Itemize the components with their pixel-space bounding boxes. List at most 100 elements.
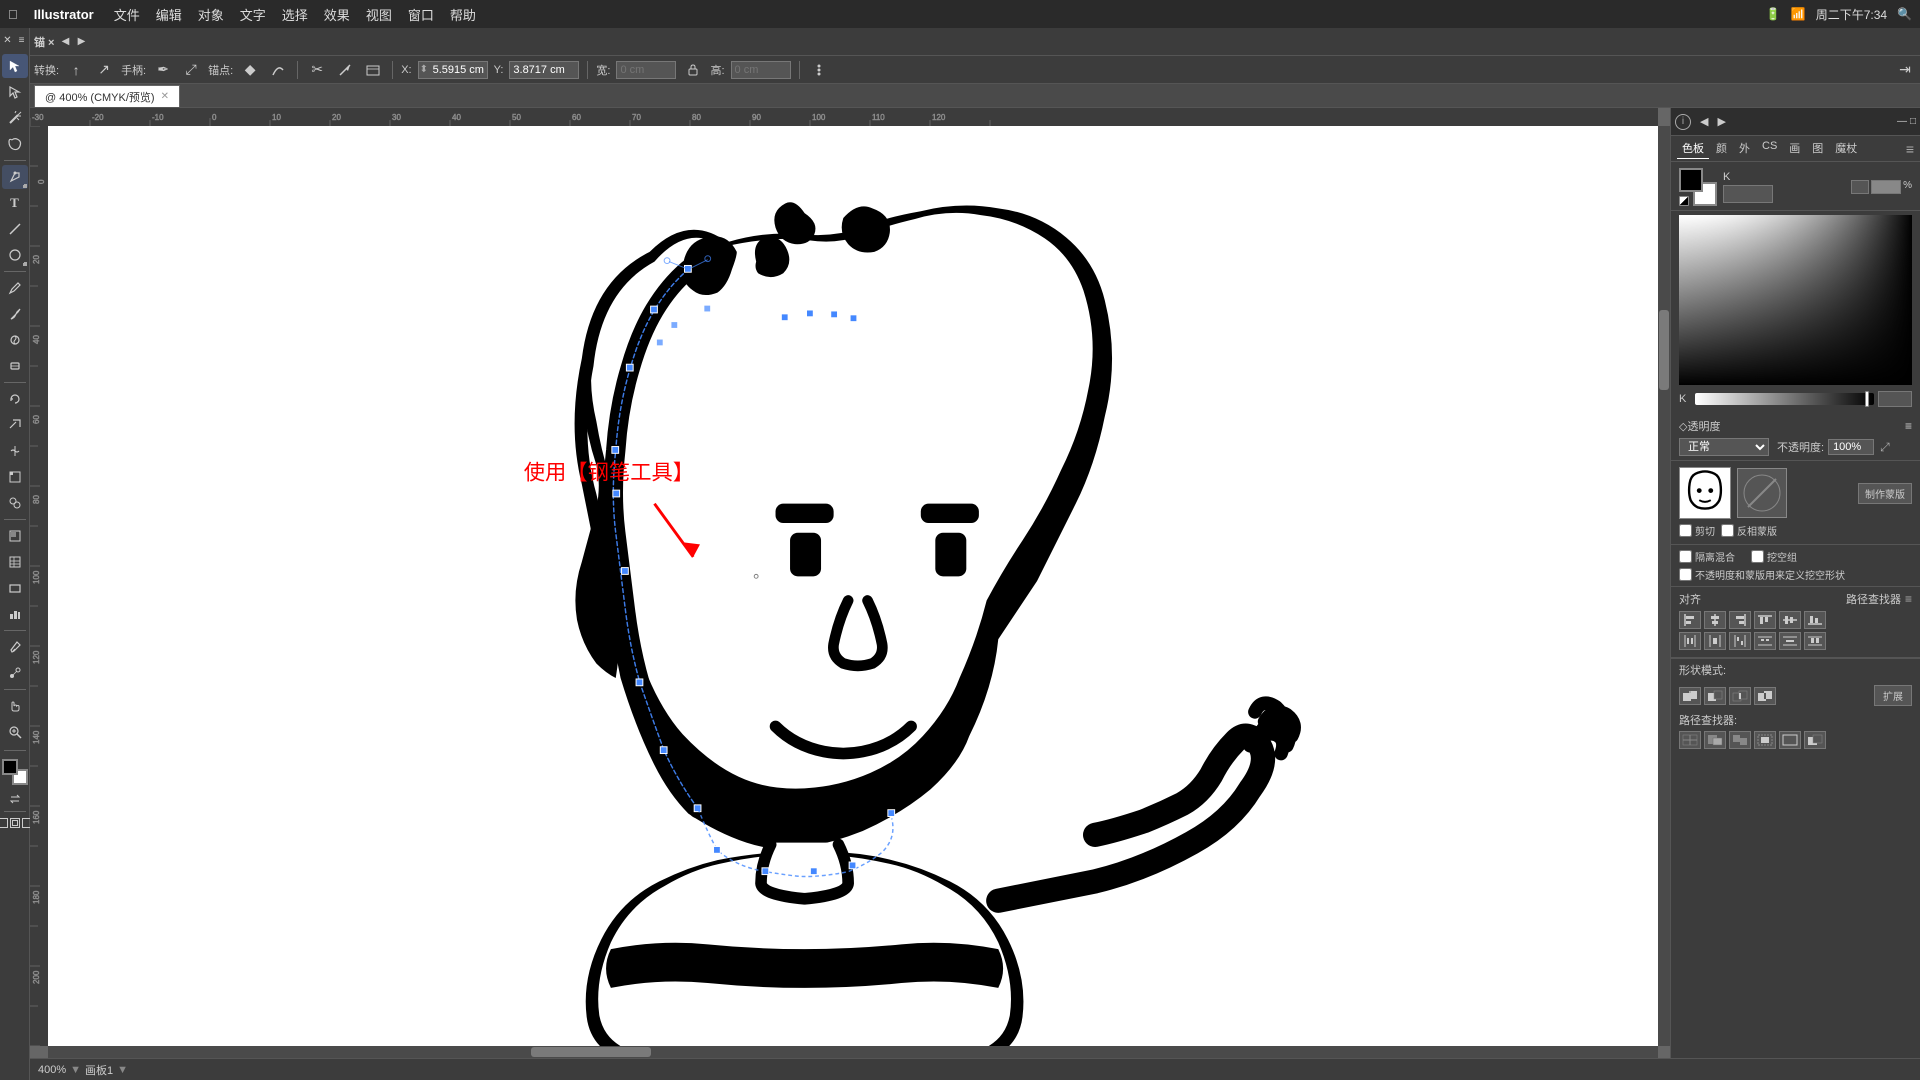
cp-tab-color[interactable]: 色板 xyxy=(1677,138,1709,159)
k-slider-thumb[interactable] xyxy=(1865,391,1869,407)
horizontal-scroll-thumb[interactable] xyxy=(531,1047,651,1057)
pf-minus-back-btn[interactable] xyxy=(1804,731,1826,749)
lock-ratio-btn[interactable] xyxy=(682,60,704,80)
panel-nav-next[interactable]: ▶ xyxy=(1714,114,1728,129)
rectangle-tool[interactable] xyxy=(2,576,28,600)
h-input[interactable] xyxy=(731,61,791,79)
knockout-label[interactable]: 挖空组 xyxy=(1751,549,1797,564)
eraser-tool[interactable] xyxy=(2,354,28,378)
align-left-btn[interactable] xyxy=(1679,611,1701,629)
isolate-blend-label[interactable]: 隔离混合 xyxy=(1679,549,1735,564)
pf-unite-btn[interactable] xyxy=(1679,687,1701,705)
menu-view[interactable]: 视图 xyxy=(366,5,392,24)
menu-select[interactable]: 选择 xyxy=(282,5,308,24)
menubar-search-icon[interactable]: 🔍 xyxy=(1897,7,1912,21)
zoom-tool[interactable] xyxy=(2,720,28,744)
draw-inside-mode[interactable] xyxy=(10,818,20,828)
grid-tool[interactable] xyxy=(2,550,28,574)
magic-wand-tool[interactable] xyxy=(2,106,28,130)
pf-divide-btn[interactable] xyxy=(1679,731,1701,749)
cp-tab-magic[interactable]: 魔杖 xyxy=(1830,138,1862,159)
anchor-smooth-btn[interactable] xyxy=(267,60,289,80)
isolate-blend-checkbox[interactable] xyxy=(1679,550,1692,563)
align-center-v-btn[interactable] xyxy=(1779,611,1801,629)
panel-expand[interactable]: □ xyxy=(1910,116,1916,127)
x-input[interactable] xyxy=(418,61,488,79)
collapse-btn[interactable]: ◀ xyxy=(58,35,72,49)
make-mask-btn[interactable]: 制作蒙版 xyxy=(1858,483,1912,504)
pf-merge-btn[interactable] xyxy=(1729,731,1751,749)
rotate-tool[interactable] xyxy=(2,387,28,411)
cp-tab-cs[interactable]: 外 xyxy=(1734,138,1755,159)
opacity-mask-checkbox[interactable] xyxy=(1679,568,1692,581)
align-bottom-btn[interactable] xyxy=(1804,611,1826,629)
shape-builder-tool[interactable] xyxy=(2,491,28,515)
anchor-btn1[interactable]: ◆ xyxy=(239,60,261,80)
dist-center-h-btn[interactable] xyxy=(1704,632,1726,650)
width-tool[interactable] xyxy=(2,439,28,463)
direct-select-tool[interactable] xyxy=(2,80,28,104)
hand-tool[interactable] xyxy=(2,694,28,718)
fill-stroke-indicator[interactable] xyxy=(2,759,28,785)
draw-normal-mode[interactable] xyxy=(0,818,8,828)
align-right-btn[interactable] xyxy=(1729,611,1751,629)
menu-window[interactable]: 窗口 xyxy=(408,5,434,24)
cut-checkbox[interactable] xyxy=(1679,524,1692,537)
image-trace-tool[interactable] xyxy=(2,524,28,548)
dist-bottom-btn[interactable] xyxy=(1804,632,1826,650)
pf-outline-btn[interactable] xyxy=(1779,731,1801,749)
cp-tab-symbol[interactable]: 画 xyxy=(1784,138,1805,159)
k-value-input[interactable] xyxy=(1723,185,1773,203)
apple-menu[interactable]:  xyxy=(8,7,18,22)
menu-file[interactable]: 文件 xyxy=(114,5,140,24)
handle-btn2[interactable]: ⤢ xyxy=(180,60,202,80)
color-picker[interactable] xyxy=(1679,215,1912,385)
y-input[interactable] xyxy=(509,61,579,79)
panel-minimize[interactable]: — xyxy=(1897,116,1907,127)
ellipse-tool[interactable] xyxy=(2,243,28,267)
panel-menu-btn[interactable]: ≡ xyxy=(1906,141,1914,157)
handle-btn1[interactable]: ✒ xyxy=(152,60,174,80)
w-input[interactable] xyxy=(616,61,676,79)
pencil-tool[interactable] xyxy=(2,276,28,300)
fill-swatch[interactable] xyxy=(1679,168,1703,192)
lasso-tool[interactable] xyxy=(2,132,28,156)
blend-tool[interactable] xyxy=(2,661,28,685)
transparency-menu-btn[interactable]: ≡ xyxy=(1905,419,1912,433)
align-center-h-btn[interactable] xyxy=(1704,611,1726,629)
scrollbar-bottom[interactable] xyxy=(48,1046,1658,1058)
align-menu-btn[interactable]: ≡ xyxy=(1905,592,1912,606)
scale-tool[interactable] xyxy=(2,413,28,437)
cp-tab-appearance[interactable]: 颜 xyxy=(1711,138,1732,159)
blob-brush-tool[interactable] xyxy=(2,328,28,352)
column-graph-tool[interactable] xyxy=(2,602,28,626)
transparency-collapse-icon[interactable]: ◇ xyxy=(1679,420,1687,433)
color-mode-btn2[interactable] xyxy=(1871,180,1901,194)
cut-checkbox-label[interactable]: 剪切 xyxy=(1679,523,1715,538)
mask-thumbnail[interactable] xyxy=(1679,467,1731,519)
knockout-checkbox[interactable] xyxy=(1751,550,1764,563)
fill-stroke-stack[interactable] xyxy=(1679,168,1717,206)
dist-top-btn[interactable] xyxy=(1754,632,1776,650)
close-panel-btn[interactable]: ✕ xyxy=(2,34,14,46)
line-tool[interactable] xyxy=(2,217,28,241)
menu-effect[interactable]: 效果 xyxy=(324,5,350,24)
expand-btn[interactable]: 扩展 xyxy=(1874,685,1912,706)
menu-type[interactable]: 文字 xyxy=(240,5,266,24)
menu-object[interactable]: 对象 xyxy=(198,5,224,24)
cp-tab-brush[interactable]: CS xyxy=(1757,138,1782,159)
expand-btn[interactable]: ▶ xyxy=(74,35,88,49)
opacity-expand-btn[interactable]: ⤢ xyxy=(1880,440,1890,455)
invert-checkbox-label[interactable]: 反相蒙版 xyxy=(1721,523,1777,538)
eyedropper-tool[interactable] xyxy=(2,635,28,659)
opacity-mask-label[interactable]: 不透明度和蒙版用来定义挖空形状 xyxy=(1679,567,1912,582)
canvas-container[interactable]: -30 -20 -10 0 10 20 30 xyxy=(30,108,1670,1058)
cp-tab-graphic[interactable]: 图 xyxy=(1807,138,1828,159)
menu-help[interactable]: 帮助 xyxy=(450,5,476,24)
blend-mode-select[interactable]: 正常 xyxy=(1679,438,1769,456)
swap-fill-stroke[interactable] xyxy=(9,793,21,805)
pf-trim-btn[interactable] xyxy=(1704,731,1726,749)
doc-tab[interactable]: @ 400% (CMYK/预览) ✕ xyxy=(34,85,180,107)
reset-swatch[interactable] xyxy=(1679,196,1689,206)
panel-nav-prev[interactable]: ◀ xyxy=(1697,114,1711,129)
